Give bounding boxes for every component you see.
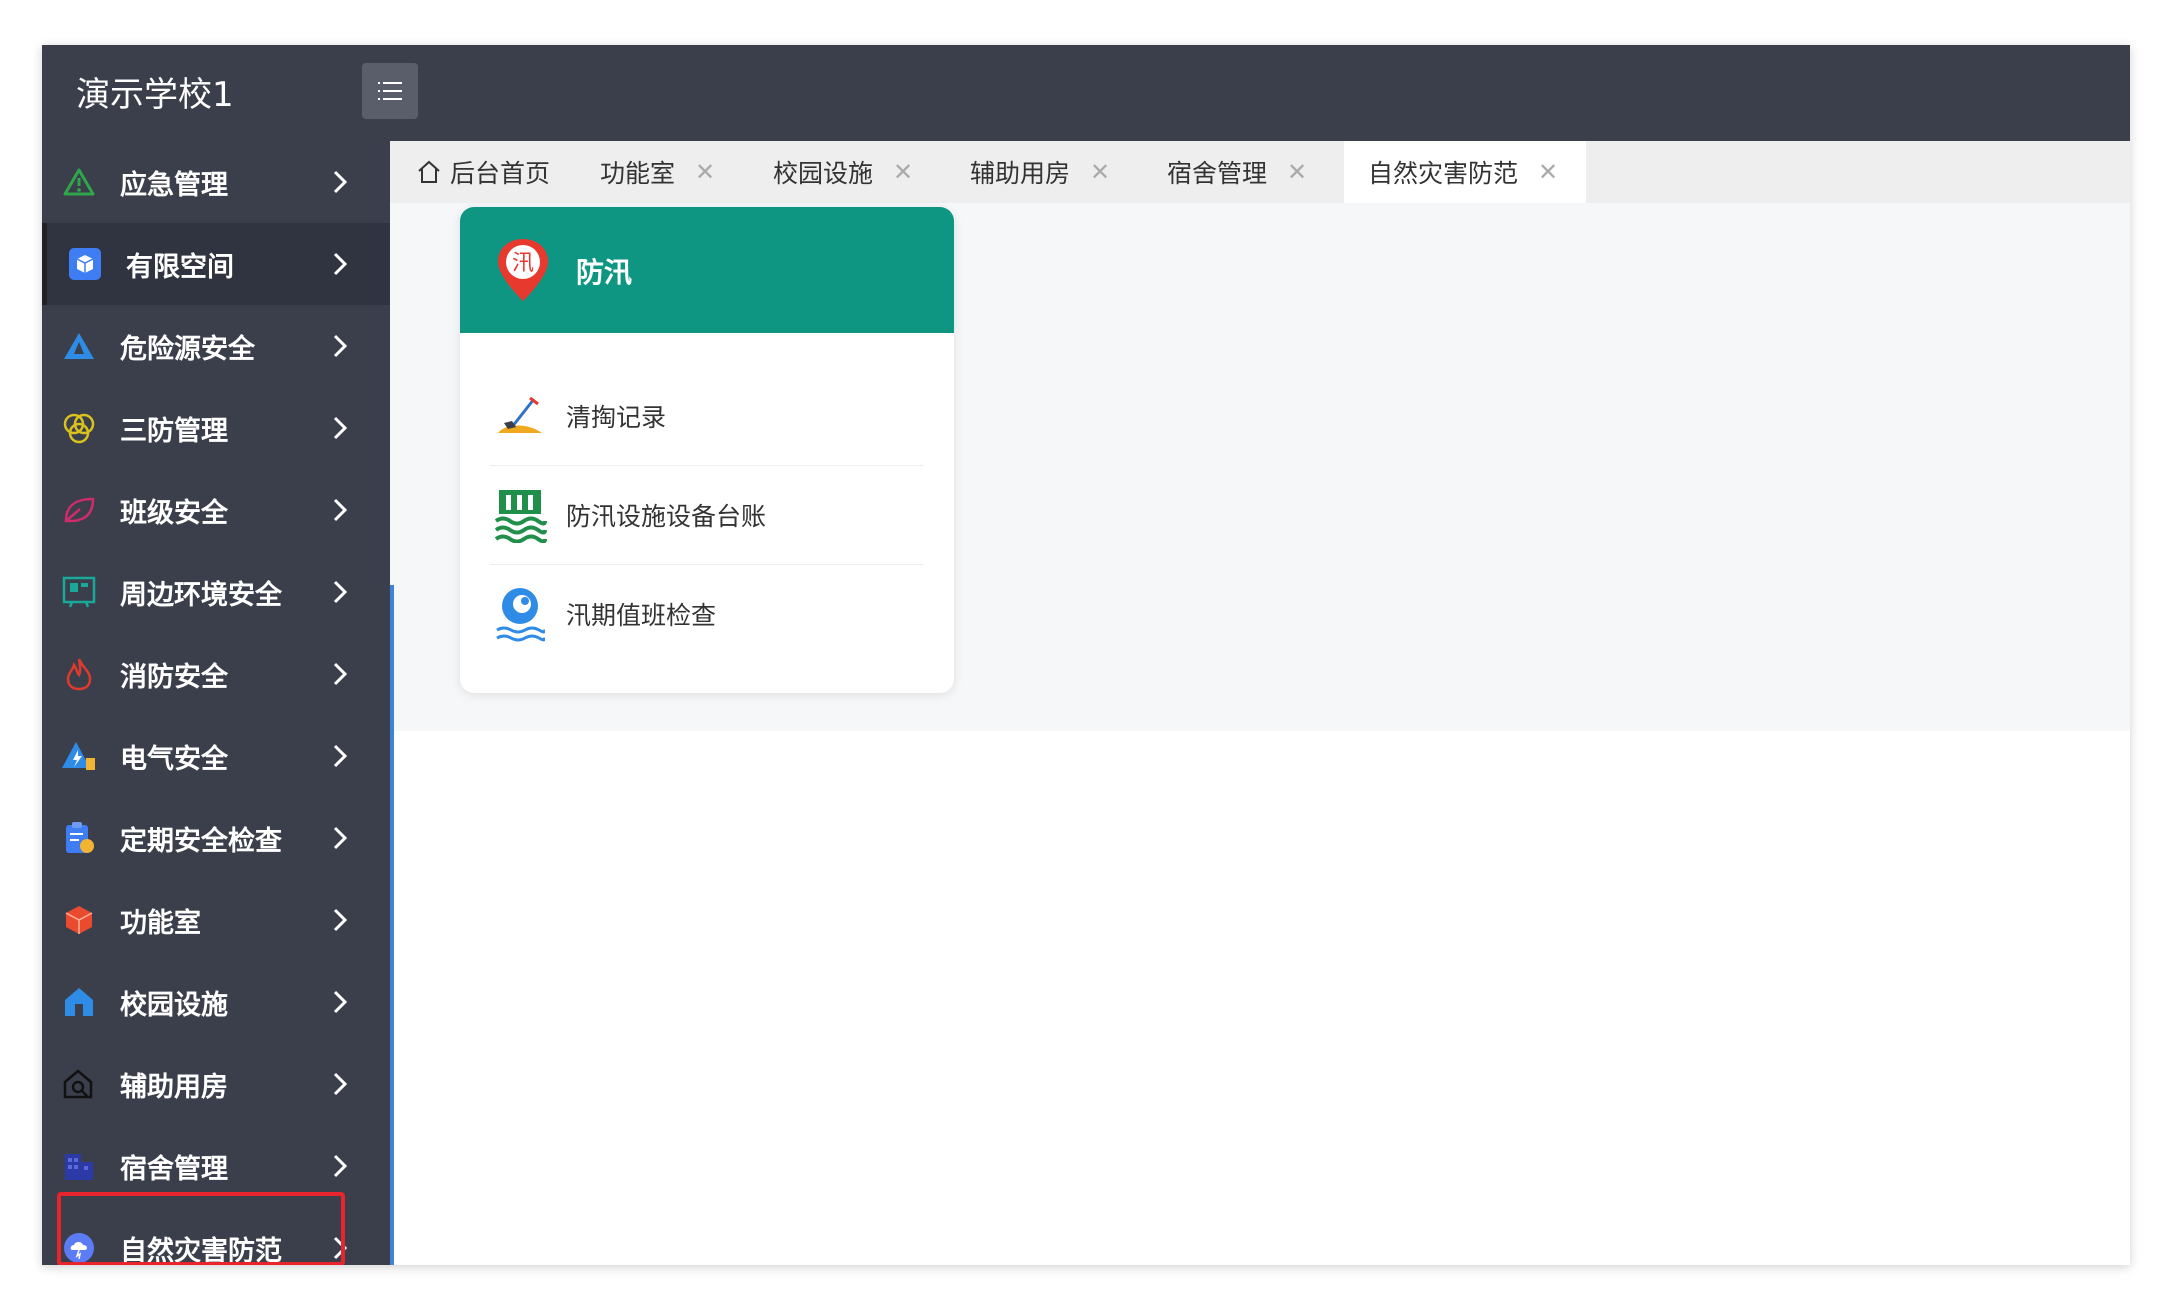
tab-label: 后台首页 — [450, 159, 551, 188]
close-icon[interactable]: ✕ — [1287, 158, 1307, 186]
chevron-right-icon — [333, 416, 348, 440]
chevron-right-icon — [333, 826, 348, 850]
card-item-label: 汛期值班检查 — [566, 601, 717, 630]
close-icon[interactable]: ✕ — [695, 158, 715, 186]
chevron-right-icon — [333, 580, 348, 604]
app-title: 演示学校1 — [76, 75, 234, 115]
building-icon — [60, 1147, 98, 1185]
tab-campus-facilities[interactable]: 校园设施 ✕ — [773, 141, 913, 203]
shovel-icon — [490, 386, 550, 446]
menu-toggle-button[interactable] — [362, 63, 418, 119]
close-icon[interactable]: ✕ — [1090, 158, 1110, 186]
card-item-label: 清掏记录 — [566, 403, 667, 432]
sidebar-item-label: 校园设施 — [120, 990, 228, 1021]
card-item-label: 防汛设施设备台账 — [566, 502, 767, 531]
sidebar-item-label: 应急管理 — [120, 170, 228, 201]
home-icon — [418, 160, 440, 183]
hazard-triangle-icon — [60, 327, 98, 365]
board-icon — [60, 573, 98, 611]
water-wave-icon — [490, 584, 550, 644]
card-title: 防汛 — [576, 256, 633, 289]
card-item-dredging-record[interactable]: 清掏记录 — [490, 367, 924, 465]
cloud-shield-icon — [60, 1229, 98, 1265]
leaf-icon — [60, 491, 98, 529]
chevron-right-icon — [333, 498, 348, 522]
tab-label: 宿舍管理 — [1167, 159, 1268, 188]
warning-triangle-icon — [60, 163, 98, 201]
flood-barrier-icon — [490, 485, 550, 545]
house-search-icon — [60, 1065, 98, 1103]
location-pin-icon: 汛 — [498, 239, 548, 301]
chevron-right-icon — [333, 252, 348, 276]
cube-icon — [60, 901, 98, 939]
sidebar-item-three-prevention[interactable]: 三防管理 — [42, 387, 390, 469]
sidebar-item-campus-facilities[interactable]: 校园设施 — [42, 961, 390, 1043]
tab-natural-disaster[interactable]: 自然灾害防范 ✕ — [1344, 141, 1586, 203]
tab-auxiliary-rooms[interactable]: 辅助用房 ✕ — [970, 141, 1110, 203]
chevron-right-icon — [333, 170, 348, 194]
content-divider-line — [390, 585, 394, 1265]
sidebar-item-dormitory[interactable]: 宿舍管理 — [42, 1125, 390, 1207]
clipboard-check-icon — [60, 819, 98, 857]
sidebar-item-label: 三防管理 — [120, 416, 228, 447]
chevron-right-icon — [333, 908, 348, 932]
sidebar-item-label: 宿舍管理 — [120, 1154, 228, 1185]
sidebar: 应急管理 有限空间 危险源安全 三防管理 班级安全 周边环境安全 消防安全 电气… — [42, 141, 390, 1265]
top-bar: 演示学校1 — [42, 45, 2130, 141]
electric-icon — [60, 737, 98, 775]
chevron-right-icon — [333, 1154, 348, 1178]
sidebar-item-class-safety[interactable]: 班级安全 — [42, 469, 390, 551]
sidebar-item-emergency[interactable]: 应急管理 — [42, 141, 390, 223]
card-item-flood-duty-inspection[interactable]: 汛期值班检查 — [490, 565, 924, 663]
house-icon — [60, 983, 98, 1021]
tab-bar: 后台首页 功能室 ✕ 校园设施 ✕ 辅助用房 ✕ 宿舍管理 ✕ 自然灾害防范 ✕ — [390, 141, 2130, 203]
card-item-flood-equipment-ledger[interactable]: 防汛设施设备台账 — [490, 466, 924, 564]
flame-icon — [60, 655, 98, 693]
sidebar-item-surroundings[interactable]: 周边环境安全 — [42, 551, 390, 633]
list-menu-icon — [378, 82, 402, 100]
sidebar-item-label: 自然灾害防范 — [120, 1236, 282, 1265]
chevron-right-icon — [333, 334, 348, 358]
main-area: 后台首页 功能室 ✕ 校园设施 ✕ 辅助用房 ✕ 宿舍管理 ✕ 自然灾害防范 ✕ — [390, 141, 2130, 1265]
close-icon[interactable]: ✕ — [893, 158, 913, 186]
sidebar-item-label: 电气安全 — [120, 744, 228, 775]
pin-badge-text: 汛 — [512, 251, 534, 276]
sidebar-item-function-room[interactable]: 功能室 — [42, 879, 390, 961]
chevron-right-icon — [333, 1072, 348, 1096]
sidebar-item-confined-space[interactable]: 有限空间 — [42, 223, 390, 305]
card-header: 汛 防汛 — [460, 207, 954, 333]
sidebar-item-label: 消防安全 — [120, 662, 228, 693]
tab-label: 功能室 — [600, 159, 676, 188]
tab-label: 校园设施 — [773, 159, 874, 188]
sidebar-item-label: 定期安全检查 — [120, 826, 282, 857]
chevron-right-icon — [333, 1236, 348, 1260]
sidebar-item-natural-disaster[interactable]: 自然灾害防范 — [42, 1207, 390, 1265]
tab-home[interactable]: 后台首页 — [390, 141, 576, 203]
sidebar-item-auxiliary-rooms[interactable]: 辅助用房 — [42, 1043, 390, 1125]
sidebar-item-label: 周边环境安全 — [120, 580, 282, 611]
sidebar-item-label: 辅助用房 — [120, 1072, 228, 1103]
sidebar-item-label: 功能室 — [120, 908, 201, 939]
sidebar-item-label: 有限空间 — [126, 252, 234, 283]
chevron-right-icon — [333, 744, 348, 768]
tab-function-room[interactable]: 功能室 ✕ — [600, 141, 715, 203]
sidebar-item-label: 班级安全 — [120, 498, 228, 529]
sidebar-item-electrical-safety[interactable]: 电气安全 — [42, 715, 390, 797]
sidebar-item-hazard-source[interactable]: 危险源安全 — [42, 305, 390, 387]
app-window: 演示学校1 应急管理 有限空间 危险源安全 三防管理 班级安全 周边环境安全 消… — [42, 45, 2130, 1265]
tab-label: 辅助用房 — [970, 159, 1071, 188]
tab-dormitory[interactable]: 宿舍管理 ✕ — [1167, 141, 1307, 203]
sidebar-item-label: 危险源安全 — [120, 334, 255, 365]
chevron-right-icon — [333, 662, 348, 686]
content-panel: 汛 防汛 清掏记录 防汛设施设备台账 汛期值班检查 — [390, 203, 2130, 731]
flood-prevention-card: 汛 防汛 清掏记录 防汛设施设备台账 汛期值班检查 — [460, 207, 954, 693]
sidebar-item-fire-safety[interactable]: 消防安全 — [42, 633, 390, 715]
cube-box-icon — [66, 245, 104, 283]
sidebar-item-periodic-inspection[interactable]: 定期安全检查 — [42, 797, 390, 879]
tab-label: 自然灾害防范 — [1368, 159, 1519, 188]
overlap-shield-icon — [60, 409, 98, 447]
close-icon[interactable]: ✕ — [1538, 158, 1558, 186]
chevron-right-icon — [333, 990, 348, 1014]
